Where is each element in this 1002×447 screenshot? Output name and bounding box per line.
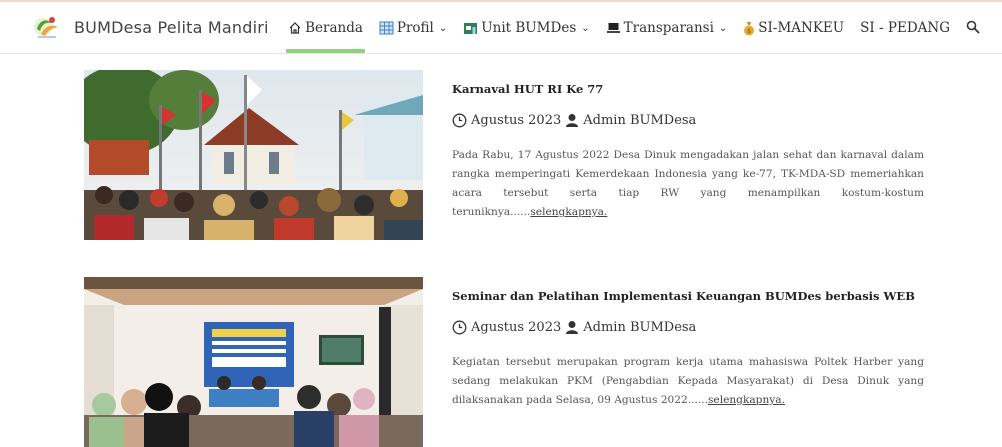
post-author: Admin BUMDesa [583, 320, 697, 335]
site-name[interactable]: BUMDesa Pelita Mandiri [74, 18, 269, 37]
read-more-link[interactable]: selengkapnya. [708, 394, 785, 406]
post-title[interactable]: Karnaval HUT RI Ke 77 [452, 82, 924, 96]
nav-si-pedang[interactable]: SI - PEDANG [852, 2, 958, 54]
post-excerpt: Kegiatan tersebut merupakan program kerj… [452, 353, 924, 410]
nav-si-mankeu-label: SI-MANKEU [758, 20, 845, 36]
post-image-karnaval[interactable] [84, 70, 423, 240]
post-date: Agustus 2023 [471, 113, 562, 128]
post-date: Agustus 2023 [471, 320, 562, 335]
post-title[interactable]: Seminar dan Pelatihan Implementasi Keuan… [452, 289, 924, 303]
post-meta: Agustus 2023 Admin BUMDesa [452, 320, 924, 335]
post-meta: Agustus 2023 Admin BUMDesa [452, 113, 924, 128]
store-icon [463, 21, 478, 35]
user-icon [565, 113, 579, 128]
post-image-seminar[interactable] [84, 277, 423, 447]
nav-si-mankeu[interactable]: $ SI-MANKEU [735, 2, 852, 54]
nav-transparansi-label: Transparansi [623, 20, 714, 36]
post-excerpt: Pada Rabu, 17 Agustus 2022 Desa Dinuk me… [452, 146, 924, 222]
navbar: BUMDesa Pelita Mandiri Beranda Profil ⌄ … [0, 0, 1002, 54]
post-author: Admin BUMDesa [583, 113, 697, 128]
table-icon [379, 21, 394, 35]
search-icon [966, 19, 980, 38]
nav-profil[interactable]: Profil ⌄ [371, 2, 455, 54]
post-body: Seminar dan Pelatihan Implementasi Keuan… [452, 277, 924, 410]
chevron-down-icon: ⌄ [581, 22, 590, 34]
svg-text:$: $ [747, 28, 751, 35]
brand[interactable]: BUMDesa Pelita Mandiri [32, 12, 269, 42]
nav-si-pedang-label: SI - PEDANG [860, 20, 950, 36]
moneybag-icon: $ [743, 21, 755, 36]
read-more-link[interactable]: selengkapnya. [530, 206, 607, 218]
laptop-icon [606, 21, 621, 35]
post-excerpt-text: Kegiatan tersebut merupakan program kerj… [452, 356, 924, 406]
chevron-down-icon: ⌄ [718, 22, 728, 34]
nav-transparansi[interactable]: Transparansi ⌄ [598, 2, 736, 54]
nav-beranda[interactable]: Beranda [280, 2, 371, 54]
clock-icon [452, 113, 467, 128]
home-icon [288, 21, 302, 35]
nav-unit-bumdes[interactable]: Unit BUMDes ⌄ [455, 2, 597, 54]
post-body: Karnaval HUT RI Ke 77 Agustus 2023 Admin… [452, 70, 924, 222]
clock-icon [452, 320, 467, 335]
search-button[interactable] [958, 2, 988, 54]
nav-beranda-label: Beranda [305, 20, 363, 36]
bumdesa-logo [34, 17, 58, 38]
main-menu: Beranda Profil ⌄ Unit BUMDes ⌄ Transpara… [280, 2, 988, 54]
nav-unit-label: Unit BUMDes [481, 20, 577, 36]
chevron-down-icon: ⌄ [438, 22, 448, 34]
nav-profil-label: Profil [396, 20, 434, 36]
post-excerpt-text: Pada Rabu, 17 Agustus 2022 Desa Dinuk me… [452, 149, 924, 218]
user-icon [565, 320, 579, 335]
